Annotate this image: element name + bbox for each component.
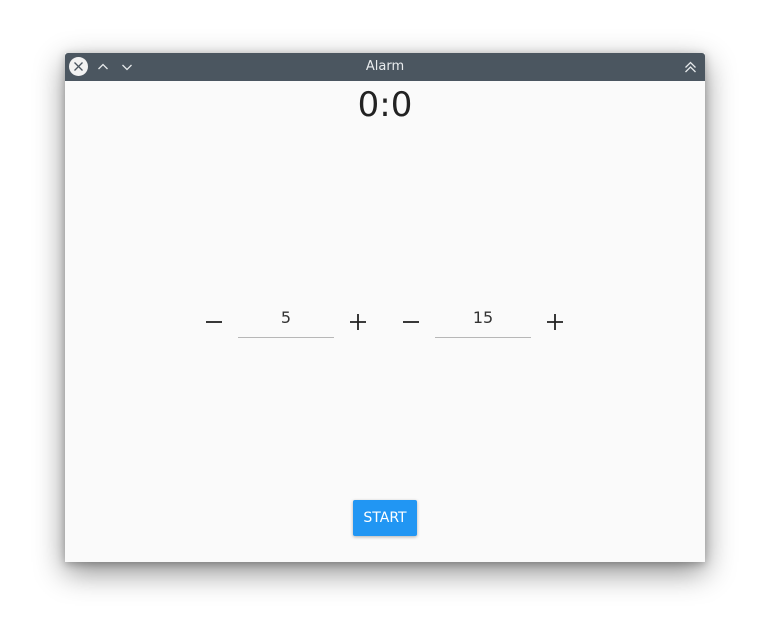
shade-button[interactable] [680, 57, 700, 77]
window-content: 0:0 5 15 START [65, 81, 705, 562]
alarm-window: Alarm 0:0 5 15 START [65, 53, 705, 562]
plus-icon [350, 314, 366, 330]
plus-icon [547, 314, 563, 330]
hours-field[interactable]: 5 [238, 305, 334, 338]
minutes-decrement-button[interactable] [397, 308, 425, 336]
title-bar[interactable]: Alarm [65, 53, 705, 81]
window-title: Alarm [365, 59, 405, 74]
minutes-increment-button[interactable] [541, 308, 569, 336]
hours-decrement-button[interactable] [200, 308, 228, 336]
start-button[interactable]: START [353, 500, 417, 536]
minutes-field[interactable]: 15 [435, 305, 531, 338]
hours-increment-button[interactable] [344, 308, 372, 336]
double-chevron-up-icon [684, 61, 696, 72]
minus-icon [403, 321, 419, 323]
minus-icon [206, 321, 222, 323]
clock-display: 0:0 [357, 85, 413, 125]
